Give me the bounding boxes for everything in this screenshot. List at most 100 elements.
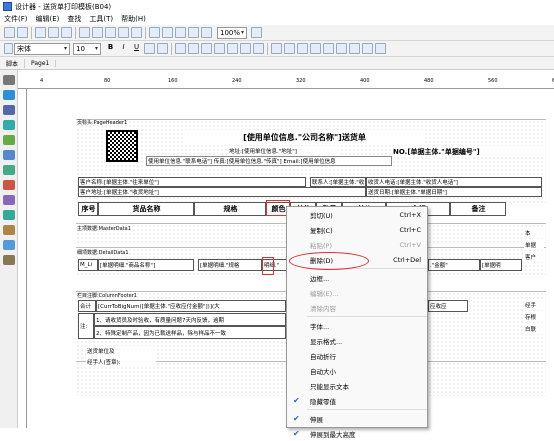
report-title[interactable]: [使用单位信息."公司名称"]送货单 xyxy=(184,130,424,144)
font-select[interactable]: 宋体 ▾ xyxy=(14,42,70,55)
cut-icon[interactable] xyxy=(79,27,90,38)
menu-help[interactable]: 帮助(H) xyxy=(117,14,150,24)
select-tool-icon[interactable] xyxy=(3,75,15,85)
menu-item-border[interactable]: 边框... xyxy=(287,270,427,285)
front-icon[interactable] xyxy=(175,27,186,38)
justify-icon[interactable] xyxy=(214,43,225,54)
open-icon[interactable] xyxy=(17,27,28,38)
chart-tool-icon[interactable] xyxy=(3,150,15,160)
shape-tool-icon[interactable] xyxy=(3,180,15,190)
fit-icon[interactable] xyxy=(251,27,262,38)
cross-tool-icon[interactable] xyxy=(3,255,15,265)
bold-icon[interactable]: B xyxy=(105,43,116,54)
zoom-select[interactable]: 100% ▾ xyxy=(217,26,247,39)
text-tool-icon[interactable] xyxy=(3,105,15,115)
pointer-icon[interactable] xyxy=(4,43,13,54)
size-select[interactable]: 10 ▾ xyxy=(73,42,101,55)
menu-tools[interactable]: 工具(T) xyxy=(85,14,117,24)
valign-top-icon[interactable] xyxy=(227,43,238,54)
align-center-icon[interactable] xyxy=(188,43,199,54)
sign-line-1[interactable]: 送货单位及 xyxy=(86,346,156,356)
menu-item-copy[interactable]: 复制(C) Ctrl+C xyxy=(287,222,427,237)
richtext-tool-icon[interactable] xyxy=(3,225,15,235)
notes-label[interactable]: 注: xyxy=(78,313,94,339)
contact-field[interactable]: 联系人:[单据主体."收 xyxy=(310,177,366,187)
line-width-icon[interactable] xyxy=(375,43,386,54)
menu-item-font[interactable]: 字体... xyxy=(287,318,427,333)
phone-field[interactable]: 使用单位信息."联系电话"] 传真:[使用单位信息."传真"] Email:[使… xyxy=(146,156,392,166)
detail-spec[interactable]: [单据明细."规格 xyxy=(198,259,262,271)
table-tool-icon[interactable] xyxy=(3,120,15,130)
print-icon[interactable] xyxy=(48,27,59,38)
detail-amount[interactable]: ."金额" xyxy=(428,259,480,271)
undo-icon[interactable] xyxy=(118,27,129,38)
menu-item-auto-size[interactable]: 自动大小 xyxy=(287,363,427,378)
italic-icon[interactable]: I xyxy=(118,43,129,54)
tab-page1[interactable]: Page1 xyxy=(25,59,57,67)
border-left-icon[interactable] xyxy=(310,43,321,54)
col-header-name[interactable]: 货品名称 xyxy=(98,202,194,216)
note-line-1[interactable]: 1、请收货员及时验收，有质量问题7天内反馈，逾期 xyxy=(94,313,286,326)
menu-item-clear[interactable]: 清除内容 xyxy=(287,300,427,315)
checkbox-tool-icon[interactable] xyxy=(3,210,15,220)
border-all-icon[interactable] xyxy=(271,43,282,54)
font-color-icon[interactable] xyxy=(144,43,155,54)
detail-seq[interactable]: M_Li xyxy=(78,259,98,271)
col-header-remark[interactable]: 备注 xyxy=(450,202,506,216)
col-header-seq[interactable]: 序号 xyxy=(78,202,98,216)
save-icon[interactable] xyxy=(35,27,46,38)
date-field[interactable]: 送货日期:[单据主体."单据日期"] xyxy=(366,187,542,197)
address-field[interactable]: 地址:[使用单位信息."地址"] xyxy=(228,146,340,155)
border-none-icon[interactable] xyxy=(336,43,347,54)
valign-middle-icon[interactable] xyxy=(240,43,251,54)
menu-item-display-format[interactable]: 显示格式... xyxy=(287,333,427,348)
copy-icon[interactable] xyxy=(92,27,103,38)
customer-field[interactable]: 客户名称:[单据主体."往来单位"] xyxy=(78,177,306,187)
band-tool-icon[interactable] xyxy=(3,90,15,100)
line-tool-icon[interactable] xyxy=(3,165,15,175)
line-style-icon[interactable] xyxy=(362,43,373,54)
align-left-icon[interactable] xyxy=(175,43,186,54)
qr-code[interactable] xyxy=(106,130,138,162)
detail-remark[interactable]: [单据明 xyxy=(480,259,522,271)
menu-item-cut[interactable]: 剪切(U) Ctrl+X xyxy=(287,207,427,222)
detail-name[interactable]: [单据明细."商品名称"] xyxy=(98,259,194,271)
barcode-tool-icon[interactable] xyxy=(3,195,15,205)
menu-item-stretch[interactable]: ✔ 伸展 xyxy=(287,411,427,426)
total-label[interactable]: 合计 xyxy=(78,300,96,312)
menu-file[interactable]: 文件(F) xyxy=(0,14,32,24)
align-icon[interactable] xyxy=(149,27,160,38)
valign-bottom-icon[interactable] xyxy=(253,43,264,54)
menu-find[interactable]: 查找 xyxy=(63,14,85,24)
col-header-spec[interactable]: 规格 xyxy=(194,202,266,216)
order-number-field[interactable]: NO.[单据主体."单据编号"] xyxy=(392,146,544,157)
note-line-2[interactable]: 2、特殊定制产品，因为已裁送样品，除与样品不一致 xyxy=(94,326,286,339)
customer-address-field[interactable]: 客户地址:[单据主体."收货地址"] xyxy=(78,187,366,197)
border-bottom-icon[interactable] xyxy=(297,43,308,54)
align-right-icon[interactable] xyxy=(201,43,212,54)
border-top-icon[interactable] xyxy=(284,43,295,54)
group-icon[interactable] xyxy=(162,27,173,38)
image-tool-icon[interactable] xyxy=(3,135,15,145)
contact-phone-field[interactable]: 收货人电话:[单据主体."收货人电话"] xyxy=(366,177,542,187)
grid-icon[interactable] xyxy=(201,27,212,38)
fill-color-icon[interactable] xyxy=(157,43,168,54)
due-field[interactable]: 应收应 xyxy=(428,300,468,312)
menu-item-hide-zero[interactable]: ✔ 隐藏零值 xyxy=(287,393,427,408)
menu-item-paste[interactable]: 粘贴(P) Ctrl+V xyxy=(287,237,427,252)
redo-icon[interactable] xyxy=(131,27,142,38)
tab-script[interactable]: 脚本 xyxy=(0,58,26,68)
subreport-tool-icon[interactable] xyxy=(3,240,15,250)
preview-icon[interactable] xyxy=(61,27,72,38)
new-icon[interactable] xyxy=(4,27,15,38)
total-field[interactable]: [CurrToBigNum([单据主体."应收应付金额"])](大 xyxy=(96,300,286,312)
menu-item-edit[interactable]: 编辑(E)... xyxy=(287,285,427,300)
paste-icon[interactable] xyxy=(105,27,116,38)
border-right-icon[interactable] xyxy=(323,43,334,54)
border-color-icon[interactable] xyxy=(349,43,360,54)
menu-item-text-only[interactable]: 只能显示文本 xyxy=(287,378,427,393)
sign-line-2[interactable]: 经手人(签章): xyxy=(86,357,156,367)
menu-edit[interactable]: 编辑(E) xyxy=(32,14,64,24)
underline-icon[interactable]: U xyxy=(131,43,142,54)
back-icon[interactable] xyxy=(188,27,199,38)
